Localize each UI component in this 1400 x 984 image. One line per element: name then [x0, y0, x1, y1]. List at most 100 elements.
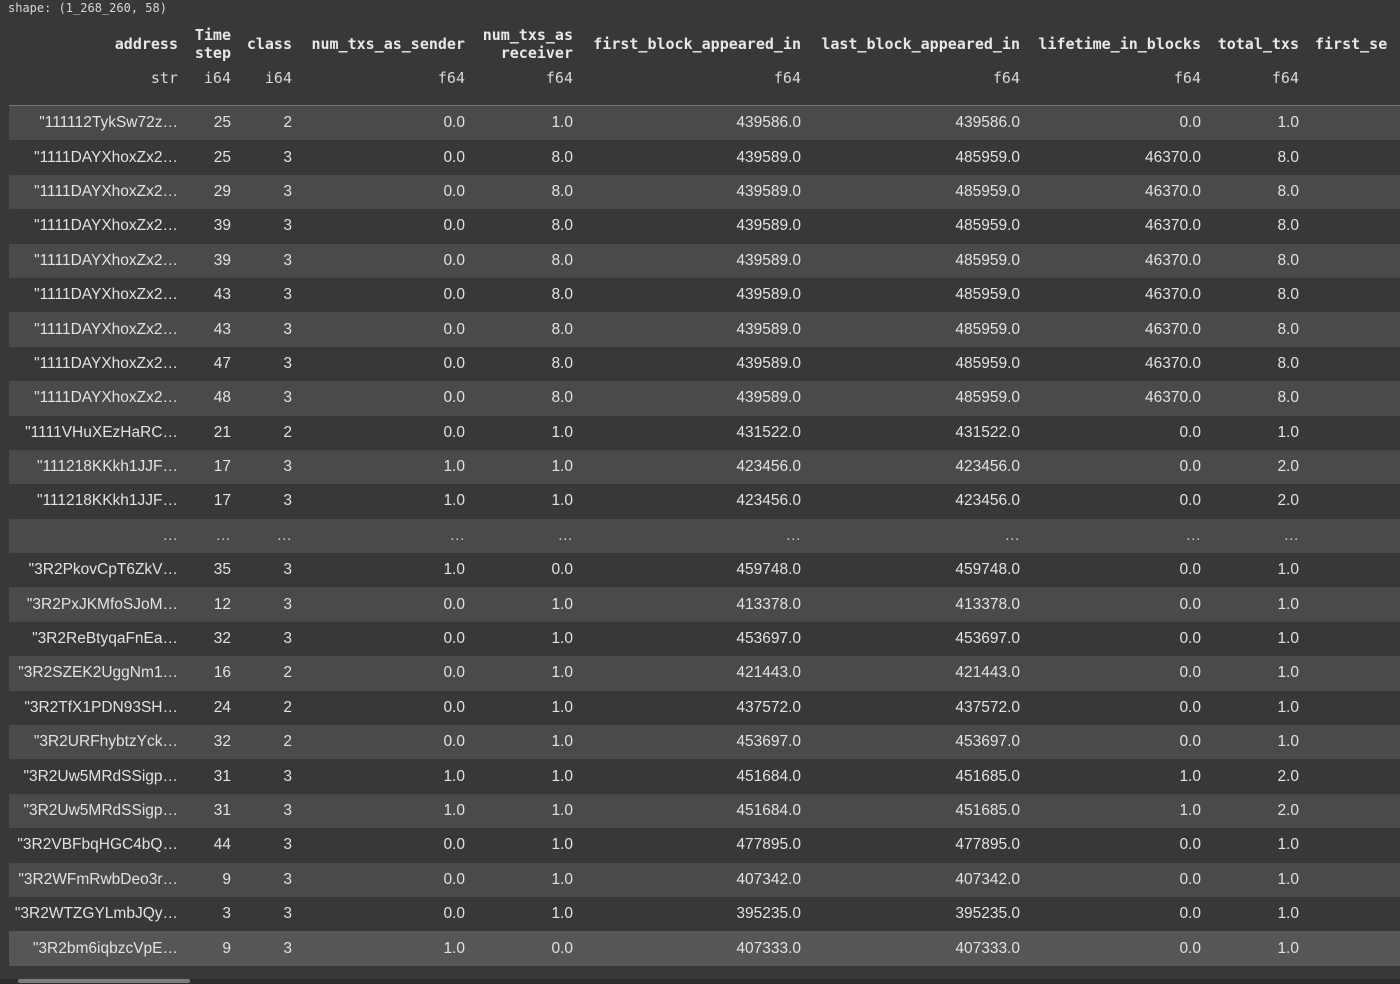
cell-lifetime-in-blocks: 0.0: [1179, 664, 1201, 682]
cell-class: 2: [283, 664, 292, 682]
cell-num-txs-as-sender: 1.0: [443, 939, 465, 957]
cell-time-step: 44: [213, 836, 231, 854]
table-row: "1111DAYXhoxZx2… 43 3 0.0 8.0 439589.0 485959.…: [9, 312, 1400, 347]
table-row: "111112TykSw72z… 25 2 0.0 1.0 439586.0 439586.…: [9, 105, 1400, 141]
column-header-time-step-line1: Time: [194, 25, 231, 44]
cell-first-se: [1308, 725, 1400, 759]
column-header-last-block-appeared-in[interactable]: last_block_appeared_in: [810, 18, 1029, 69]
dtype-last-block-appeared-in: f64: [992, 69, 1020, 87]
cell-first-se: [1308, 897, 1400, 931]
cell-first-se: [1308, 312, 1400, 346]
cell-first-block-appeared-in: 477895.0: [736, 836, 801, 854]
column-header-address[interactable]: address: [9, 18, 187, 69]
cell-lifetime-in-blocks: 0.0: [1179, 698, 1201, 716]
cell-num-txs-as-sender: …: [449, 526, 466, 544]
cell-last-block-appeared-in: 459748.0: [955, 561, 1020, 579]
cell-total-txs: 1.0: [1277, 698, 1299, 716]
cell-last-block-appeared-in: …: [1004, 526, 1021, 544]
table-row: "3R2WTZGYLmbJQy… 3 3 0.0 1.0 395235.0 395235.0…: [9, 896, 1400, 932]
cell-lifetime-in-blocks: 1.0: [1179, 767, 1201, 785]
cell-class: 3: [283, 939, 292, 957]
table-body: "111112TykSw72z… 25 2 0.0 1.0 439586.0 439586.…: [9, 105, 1400, 966]
column-header-first-block-appeared-in[interactable]: first_block_appeared_in: [582, 18, 810, 69]
cell-lifetime-in-blocks: 46370.0: [1144, 148, 1201, 166]
cell-class: 3: [283, 767, 292, 785]
column-header-first-se[interactable]: first_se: [1308, 18, 1400, 69]
cell-time-step: 43: [213, 320, 231, 338]
cell-lifetime-in-blocks: 0.0: [1179, 423, 1201, 441]
cell-address: "111218KKkh1JJF…: [36, 458, 178, 476]
cell-num-txs-as-receiver: 1.0: [551, 630, 573, 648]
column-header-class[interactable]: class: [240, 18, 301, 69]
cell-total-txs: 1.0: [1277, 114, 1299, 132]
cell-num-txs-as-receiver: 1.0: [551, 114, 573, 132]
cell-num-txs-as-receiver: 1.0: [551, 458, 573, 476]
cell-time-step: 31: [213, 802, 231, 819]
table-row: "3R2Uw5MRdSSigp… 31 3 1.0 1.0 451684.0 451685.…: [9, 759, 1400, 794]
cell-class: 2: [283, 733, 292, 751]
cell-first-block-appeared-in: 453697.0: [736, 733, 801, 751]
cell-address: "1111DAYXhoxZx2…: [34, 182, 178, 200]
column-header-num-txs-as-receiver-line1: num_txs_as: [482, 25, 573, 44]
dataframe-viewport[interactable]: address Time step class num_txs_as_sende…: [9, 18, 1400, 966]
cell-first-block-appeared-in: 439589.0: [736, 148, 801, 166]
cell-lifetime-in-blocks: 0.0: [1179, 630, 1201, 648]
cell-class: 3: [283, 217, 292, 235]
dataframe-shape-label: shape: (1_268_260, 58): [8, 1, 167, 15]
table-row: "3R2ReBtyqaFnEa… 32 3 0.0 1.0 453697.0 453697.…: [9, 621, 1400, 657]
horizontal-scrollbar-thumb[interactable]: [18, 979, 190, 983]
cell-first-se: [1308, 931, 1400, 965]
cell-first-se: [1308, 209, 1400, 243]
cell-num-txs-as-receiver: 8.0: [551, 320, 573, 338]
cell-total-txs: 8.0: [1277, 148, 1299, 166]
cell-time-step: 29: [213, 182, 231, 200]
cell-address: "3R2WTZGYLmbJQy…: [14, 905, 178, 923]
table-row: "1111DAYXhoxZx2… 47 3 0.0 8.0 439589.0 485959.…: [9, 346, 1400, 382]
column-header-time-step[interactable]: Time step: [187, 18, 240, 69]
table-row: "3R2PkovCpT6ZkV… 35 3 1.0 0.0 459748.0 459748.…: [9, 553, 1400, 588]
cell-first-block-appeared-in: 439586.0: [736, 114, 801, 132]
cell-last-block-appeared-in: 413378.0: [955, 595, 1020, 613]
cell-num-txs-as-receiver: 1.0: [551, 836, 573, 854]
cell-first-block-appeared-in: 439589.0: [736, 217, 801, 235]
cell-total-txs: …: [1283, 526, 1300, 544]
cell-num-txs-as-receiver: 8.0: [551, 148, 573, 166]
cell-num-txs-as-receiver: 8.0: [551, 389, 573, 407]
column-header-total-txs[interactable]: total_txs: [1210, 18, 1308, 69]
cell-class: 2: [283, 114, 292, 132]
cell-last-block-appeared-in: 451685.0: [955, 802, 1020, 819]
cell-time-step: …: [215, 526, 232, 544]
cell-first-se: [1308, 175, 1400, 209]
cell-first-block-appeared-in: 439589.0: [736, 389, 801, 407]
cell-address: "1111DAYXhoxZx2…: [34, 389, 178, 407]
cell-first-se: [1308, 691, 1400, 725]
cell-class: 3: [283, 630, 292, 648]
cell-num-txs-as-sender: 0.0: [443, 251, 465, 269]
horizontal-scrollbar[interactable]: [0, 979, 1400, 984]
cell-num-txs-as-receiver: 1.0: [551, 595, 573, 613]
cell-address: "111112TykSw72z…: [39, 114, 178, 132]
cell-address: "1111DAYXhoxZx2…: [34, 320, 178, 338]
dtype-class: i64: [264, 69, 292, 87]
cell-last-block-appeared-in: 477895.0: [955, 836, 1020, 854]
cell-last-block-appeared-in: 395235.0: [955, 905, 1020, 923]
table-row: "1111VHuXEzHaRC… 21 2 0.0 1.0 431522.0 431522.…: [9, 415, 1400, 450]
cell-total-txs: 8.0: [1277, 286, 1299, 304]
cell-first-se: [1308, 828, 1400, 862]
cell-first-block-appeared-in: 439589.0: [736, 320, 801, 338]
cell-class: 3: [283, 251, 292, 269]
cell-address: "3R2TfX1PDN93SH…: [24, 698, 178, 716]
dtype-address: str: [150, 69, 178, 87]
column-header-lifetime-in-blocks[interactable]: lifetime_in_blocks: [1029, 18, 1210, 69]
cell-time-step: 39: [213, 217, 231, 235]
column-header-num-txs-as-sender[interactable]: num_txs_as_sender: [301, 18, 474, 69]
cell-time-step: 9: [222, 870, 231, 888]
column-header-num-txs-as-receiver[interactable]: num_txs_as receiver: [474, 18, 582, 69]
cell-first-se: [1308, 587, 1400, 621]
cell-time-step: 47: [213, 354, 231, 372]
cell-first-se: [1308, 381, 1400, 415]
dataframe-table: address Time step class num_txs_as_sende…: [9, 18, 1400, 966]
cell-num-txs-as-sender: 1.0: [443, 492, 465, 510]
cell-last-block-appeared-in: 431522.0: [955, 423, 1020, 441]
cell-last-block-appeared-in: 439586.0: [955, 114, 1020, 132]
